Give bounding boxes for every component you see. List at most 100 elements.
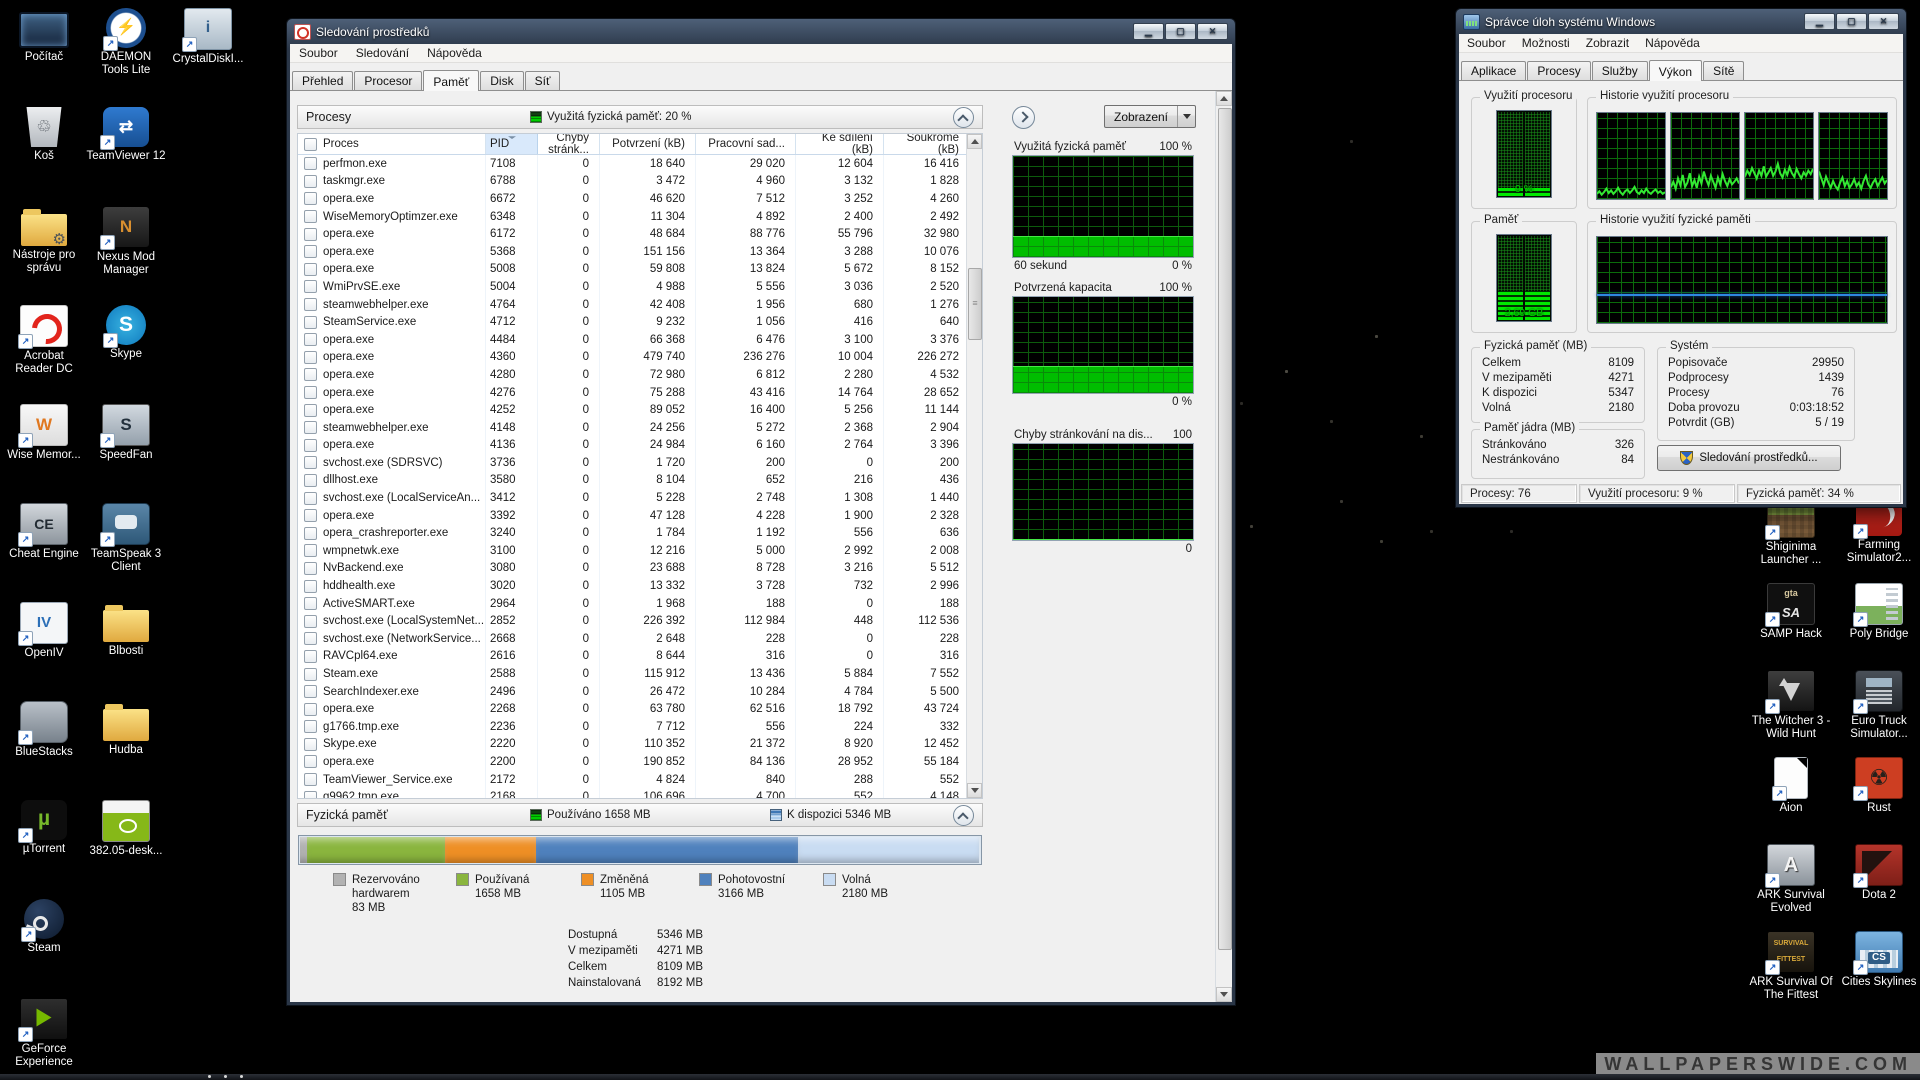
taskbar-edge[interactable] xyxy=(0,1074,1920,1080)
desktop-icon[interactable]: ↗ Aion xyxy=(1748,757,1834,844)
desktop-icon[interactable]: ↗ Nexus Mod Manager xyxy=(86,206,166,305)
process-row[interactable]: NvBackend.exe 3080 0 23 688 8 728 3 216 … xyxy=(298,560,982,578)
col-soukrome[interactable]: Soukromé (kB) xyxy=(884,134,970,154)
desktop-icon[interactable]: ↗ CrystalDiskI... xyxy=(168,8,248,107)
desktop-icon[interactable]: ↗ Hudba xyxy=(86,701,166,800)
process-row[interactable]: Steam.exe 2588 0 115 912 13 436 5 884 7 … xyxy=(298,665,982,683)
desktop-icon[interactable]: ↗ Dota 2 xyxy=(1836,844,1920,931)
col-chyby[interactable]: Chyby stránk... xyxy=(538,134,600,154)
menu-item[interactable]: Nápověda xyxy=(418,46,491,60)
process-row[interactable]: opera.exe 2200 0 190 852 84 136 28 952 5… xyxy=(298,753,982,771)
process-row[interactable]: g1766.tmp.exe 2236 0 7 712 556 224 332 xyxy=(298,718,982,736)
menu-item[interactable]: Sledování xyxy=(347,46,418,60)
desktop-icon[interactable]: ↗ Počítač xyxy=(4,8,84,107)
process-row[interactable]: Skype.exe 2220 0 110 352 21 372 8 920 12… xyxy=(298,736,982,754)
process-row[interactable]: opera.exe 6672 0 46 620 7 512 3 252 4 26… xyxy=(298,190,982,208)
desktop-icon[interactable]: ↗ Steam xyxy=(4,899,84,998)
tab[interactable]: Procesy xyxy=(1527,61,1590,80)
process-table-header[interactable]: Proces PID Chyby stránk... Potvrzení (kB… xyxy=(298,134,982,155)
process-row[interactable]: RAVCpl64.exe 2616 0 8 644 316 0 316 xyxy=(298,648,982,666)
maximize-button[interactable]: ▢ xyxy=(1836,13,1867,30)
tab[interactable]: Síť xyxy=(525,71,561,90)
process-row[interactable]: svchost.exe (LocalSystemNet... 2852 0 22… xyxy=(298,612,982,630)
process-row[interactable]: g9962.tmp.exe 2168 0 106 696 4 700 552 4… xyxy=(298,788,982,799)
menu-item[interactable]: Soubor xyxy=(1459,36,1514,50)
process-row[interactable]: opera.exe 2268 0 63 780 62 516 18 792 43… xyxy=(298,700,982,718)
process-row[interactable]: WiseMemoryOptimzer.exe 6348 0 11 304 4 8… xyxy=(298,208,982,226)
desktop-icon[interactable]: ↗ µTorrent xyxy=(4,800,84,899)
desktop-icon[interactable]: ↗ Acrobat Reader DC xyxy=(4,305,84,404)
process-row[interactable]: opera.exe 4484 0 66 368 6 476 3 100 3 37… xyxy=(298,331,982,349)
collapse-section-button[interactable] xyxy=(953,107,974,128)
process-checkbox[interactable] xyxy=(304,263,317,276)
window-scrollbar[interactable] xyxy=(1215,91,1232,1002)
process-checkbox[interactable] xyxy=(304,351,317,364)
desktop-icon[interactable]: ↗ ARK Survival Evolved xyxy=(1748,844,1834,931)
process-checkbox[interactable] xyxy=(304,544,317,557)
desktop-icon[interactable]: ↗ SAMP Hack xyxy=(1748,583,1834,670)
process-checkbox[interactable] xyxy=(304,632,317,645)
close-button[interactable]: ✕ xyxy=(1197,23,1228,40)
process-checkbox[interactable] xyxy=(304,685,317,698)
desktop-icon[interactable]: ↗ Poly Bridge xyxy=(1836,583,1920,670)
process-checkbox[interactable] xyxy=(304,280,317,293)
desktop-icon[interactable]: ↗ DAEMON Tools Lite xyxy=(86,8,166,107)
resmon-titlebar[interactable]: Sledování prostředků ▁ ▢ ✕ xyxy=(290,19,1232,44)
scroll-thumb[interactable] xyxy=(968,268,982,340)
col-pid[interactable]: PID xyxy=(486,134,538,154)
scroll-down-arrow[interactable] xyxy=(967,783,982,798)
tab[interactable]: Sítě xyxy=(1703,61,1744,80)
process-checkbox[interactable] xyxy=(304,175,317,188)
process-checkbox[interactable] xyxy=(304,492,317,505)
process-checkbox[interactable] xyxy=(304,580,317,593)
desktop-icon[interactable]: ↗ ARK Survival Of The Fittest xyxy=(1748,931,1834,1018)
process-row[interactable]: svchost.exe (NetworkService... 2668 0 2 … xyxy=(298,630,982,648)
minimize-button[interactable]: ▁ xyxy=(1804,13,1835,30)
process-checkbox[interactable] xyxy=(304,509,317,522)
process-row[interactable]: dllhost.exe 3580 0 8 104 652 216 436 xyxy=(298,472,982,490)
process-row[interactable]: hddhealth.exe 3020 0 13 332 3 728 732 2 … xyxy=(298,577,982,595)
tab[interactable]: Aplikace xyxy=(1461,61,1526,80)
select-all-checkbox[interactable] xyxy=(304,138,317,151)
process-checkbox[interactable] xyxy=(304,456,317,469)
process-checkbox[interactable] xyxy=(304,703,317,716)
expand-panel-button[interactable] xyxy=(1012,106,1035,129)
tab[interactable]: Přehled xyxy=(292,71,353,90)
process-row[interactable]: opera.exe 5008 0 59 808 13 824 5 672 8 1… xyxy=(298,261,982,279)
process-row[interactable]: wmpnetwk.exe 3100 0 12 216 5 000 2 992 2… xyxy=(298,542,982,560)
desktop-icon[interactable]: ↗ Farming Simulator2... xyxy=(1836,496,1920,583)
maximize-button[interactable]: ▢ xyxy=(1165,23,1196,40)
col-potvrzeni[interactable]: Potvrzení (kB) xyxy=(600,134,696,154)
process-checkbox[interactable] xyxy=(304,245,317,258)
process-row[interactable]: opera.exe 4276 0 75 288 43 416 14 764 28… xyxy=(298,384,982,402)
desktop-icon[interactable]: ↗ 382.05-desk... xyxy=(86,800,166,899)
open-resource-monitor-button[interactable]: Sledování prostředků... xyxy=(1657,445,1841,471)
process-checkbox[interactable] xyxy=(304,650,317,663)
close-button[interactable]: ✕ xyxy=(1868,13,1899,30)
desktop-icon[interactable]: ↗ TeamViewer 12 xyxy=(86,107,166,206)
process-checkbox[interactable] xyxy=(304,368,317,381)
process-row[interactable]: opera.exe 4136 0 24 984 6 160 2 764 3 39… xyxy=(298,437,982,455)
process-checkbox[interactable] xyxy=(304,298,317,311)
table-scrollbar[interactable] xyxy=(966,134,982,798)
process-checkbox[interactable] xyxy=(304,228,317,241)
process-checkbox[interactable] xyxy=(304,668,317,681)
process-row[interactable]: opera.exe 6172 0 48 684 88 776 55 796 32… xyxy=(298,225,982,243)
process-checkbox[interactable] xyxy=(304,720,317,733)
menu-item[interactable]: Zobrazit xyxy=(1578,36,1637,50)
view-dropdown-button[interactable]: Zobrazení xyxy=(1104,105,1196,128)
tab[interactable]: Paměť xyxy=(423,70,479,91)
desktop-icon[interactable]: ↗ OpenIV xyxy=(4,602,84,701)
process-checkbox[interactable] xyxy=(304,474,317,487)
desktop-icon[interactable]: ↗ Koš xyxy=(4,107,84,206)
process-row[interactable]: taskmgr.exe 6788 0 3 472 4 960 3 132 1 8… xyxy=(298,173,982,191)
tab[interactable]: Výkon xyxy=(1649,60,1702,81)
taskman-titlebar[interactable]: Správce úloh systému Windows ▁ ▢ ✕ xyxy=(1459,9,1903,34)
process-checkbox[interactable] xyxy=(304,210,317,223)
desktop-icon[interactable]: ↗ Cheat Engine xyxy=(4,503,84,602)
tab[interactable]: Disk xyxy=(480,71,523,90)
scroll-up-arrow[interactable] xyxy=(967,134,982,149)
process-checkbox[interactable] xyxy=(304,404,317,417)
desktop-icon[interactable]: ↗ Cities Skylines xyxy=(1836,931,1920,1018)
process-checkbox[interactable] xyxy=(304,333,317,346)
